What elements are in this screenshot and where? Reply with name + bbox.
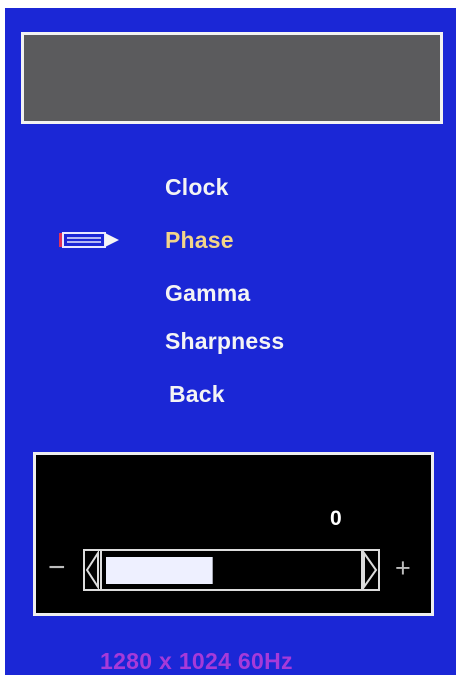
slider-fill: [106, 557, 213, 584]
plus-symbol[interactable]: +: [395, 553, 411, 583]
slider-right-cap-icon: [361, 549, 380, 591]
resolution-readout: 1280 x 1024 60Hz: [100, 648, 293, 674]
osd-window: Clock Phase Gamma Sharpness Back 0 − + 1…: [5, 8, 456, 675]
osd-title-box: [21, 32, 443, 124]
adjust-panel: 0 − +: [33, 452, 434, 616]
menu-item-back[interactable]: Back: [169, 381, 225, 408]
menu-item-gamma[interactable]: Gamma: [165, 280, 250, 307]
menu-item-sharpness[interactable]: Sharpness: [165, 328, 284, 355]
minus-symbol[interactable]: −: [48, 551, 66, 584]
menu-item-phase[interactable]: Phase: [165, 227, 234, 254]
slider-left-cap-icon: [83, 549, 102, 591]
pencil-icon: [59, 232, 119, 248]
menu-item-clock[interactable]: Clock: [165, 174, 229, 201]
